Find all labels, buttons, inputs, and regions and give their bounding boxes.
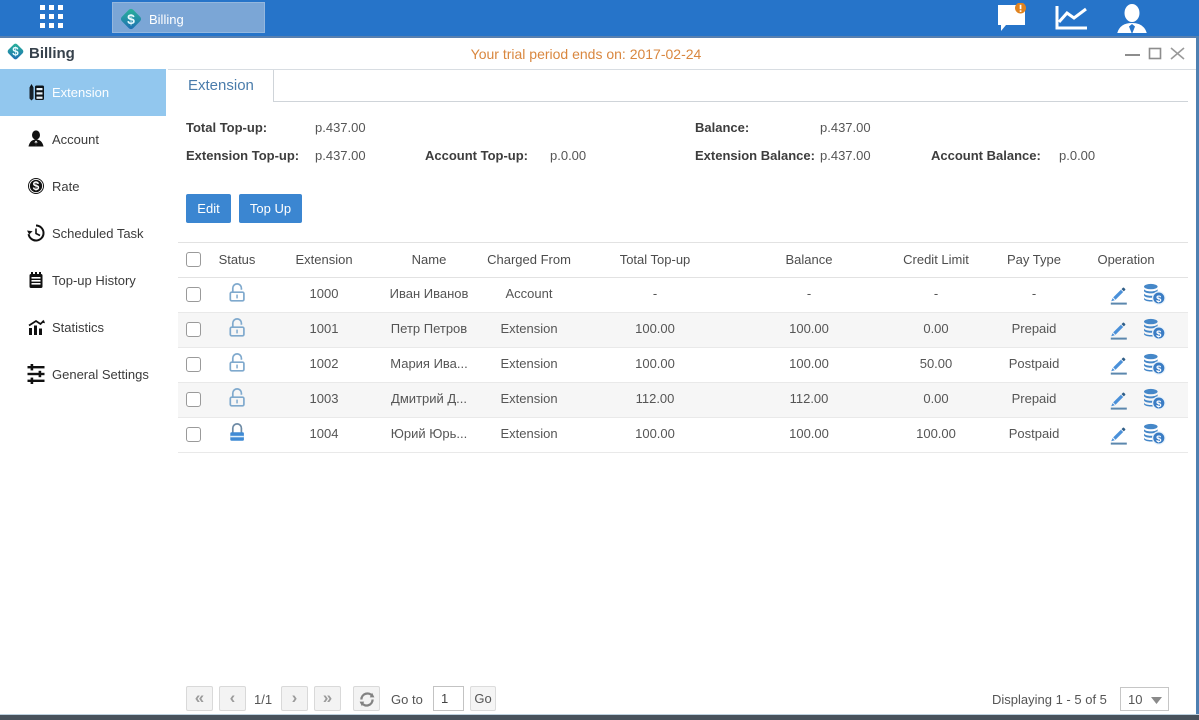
svg-text:$: $	[1156, 364, 1162, 375]
svg-text:$: $	[127, 11, 135, 27]
svg-text:$: $	[1156, 399, 1162, 410]
svg-text:$: $	[33, 179, 40, 193]
svg-text:$: $	[1156, 434, 1162, 445]
svg-text:$: $	[1156, 294, 1162, 305]
svg-text:$: $	[1156, 329, 1162, 340]
